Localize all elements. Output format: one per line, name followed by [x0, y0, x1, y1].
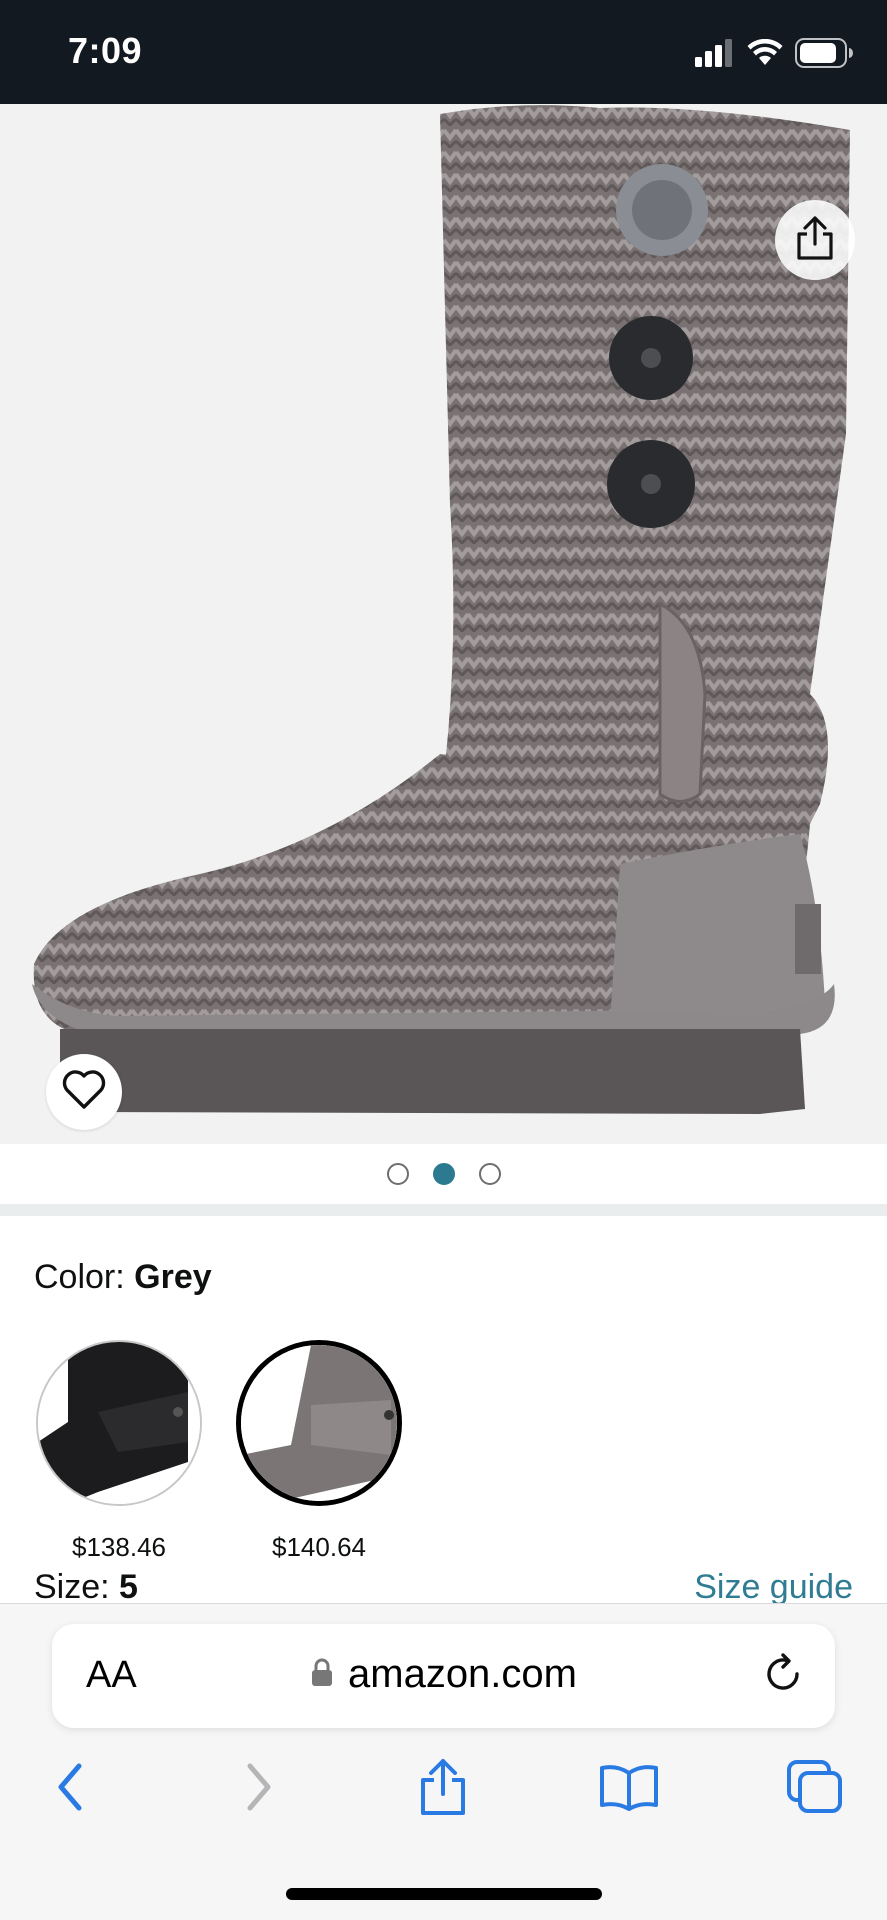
forward-button[interactable] [229, 1759, 289, 1819]
color-swatch-black[interactable] [36, 1340, 202, 1506]
pagination-dot-3[interactable] [478, 1163, 501, 1185]
lock-icon [310, 1657, 334, 1692]
url-display[interactable]: amazon.com [52, 1652, 835, 1697]
heart-icon [61, 1069, 107, 1116]
color-label: Color: Grey [34, 1258, 212, 1297]
product-image [32, 105, 850, 1114]
size-guide-link[interactable]: Size guide [694, 1568, 853, 1607]
back-button[interactable] [40, 1759, 100, 1819]
wifi-icon [747, 38, 783, 72]
selected-color: Grey [134, 1258, 212, 1296]
product-image-gallery[interactable] [0, 104, 887, 1144]
swatch-price-black: $138.46 [72, 1532, 166, 1562]
chevron-right-icon [242, 1762, 276, 1817]
cellular-signal-icon [695, 38, 735, 72]
share-icon [795, 215, 835, 265]
color-prefix: Color: [34, 1258, 125, 1296]
size-prefix: Size: [34, 1568, 110, 1606]
grey-boot-thumbnail [241, 1345, 397, 1501]
swatch-price-grey: $140.64 [272, 1532, 366, 1562]
tabs-button[interactable] [785, 1759, 845, 1819]
selected-size: 5 [119, 1568, 138, 1606]
battery-icon [795, 37, 853, 73]
url-text: amazon.com [348, 1652, 577, 1696]
pagination-dot-1[interactable] [386, 1163, 409, 1185]
browser-toolbar: AA amazon.com [0, 1603, 887, 1920]
wishlist-button[interactable] [46, 1054, 122, 1130]
size-label: Size: 5 [34, 1568, 138, 1607]
status-bar: 7:09 [0, 0, 887, 104]
color-swatch-grey[interactable] [236, 1340, 402, 1506]
tabs-icon [786, 1759, 844, 1820]
book-icon [599, 1763, 659, 1816]
home-indicator [286, 1888, 602, 1900]
pagination-dot-2-active[interactable] [432, 1163, 455, 1185]
status-icons [695, 37, 853, 73]
bookmarks-button[interactable] [599, 1759, 659, 1819]
status-time: 7:09 [68, 30, 143, 71]
reload-button[interactable] [761, 1652, 805, 1701]
address-bar[interactable]: AA amazon.com [52, 1624, 835, 1728]
share-icon [418, 1758, 468, 1821]
share-button[interactable] [413, 1758, 473, 1821]
chevron-left-icon [53, 1762, 87, 1817]
share-product-button[interactable] [775, 200, 855, 280]
black-boot-thumbnail [38, 1342, 200, 1504]
image-pagination [0, 1144, 887, 1204]
section-divider [0, 1204, 887, 1216]
reload-icon [761, 1653, 805, 1700]
